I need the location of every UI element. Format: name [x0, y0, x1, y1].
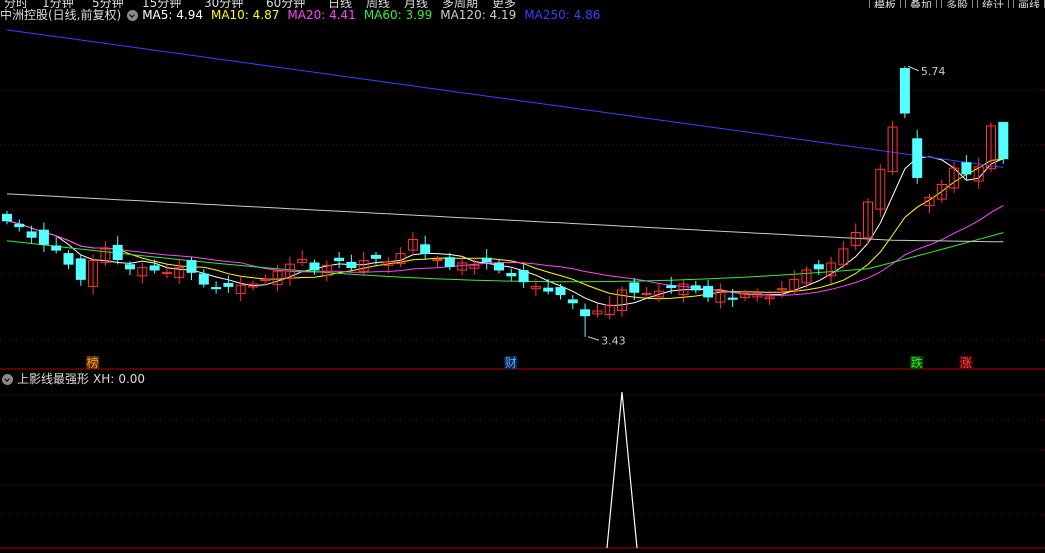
event-marker: 榜 [87, 355, 99, 370]
event-marker: 涨 [960, 355, 972, 370]
candle-body [961, 162, 972, 175]
candle-body [703, 285, 714, 298]
candle-body [727, 297, 738, 300]
candle-body [690, 285, 701, 291]
candle-body [444, 257, 455, 267]
candle-body [223, 282, 234, 287]
ma120-line [6, 193, 1004, 243]
high-label: 5.74 [921, 65, 946, 78]
ma250-line [6, 29, 1004, 168]
candle-body [125, 264, 135, 270]
candle-body [14, 223, 25, 228]
candle-body [309, 262, 320, 271]
candle-body [334, 257, 345, 262]
candle-body [63, 253, 74, 265]
candle-body [346, 261, 357, 269]
candle-body [555, 287, 566, 296]
candle-body [641, 292, 652, 295]
candle-body [186, 260, 197, 273]
candle-body [543, 287, 554, 292]
low-pointer [587, 336, 600, 341]
kline-chart[interactable]: 5.74 3.43 榜 财 跌 涨 [0, 0, 1045, 553]
candle-body [494, 263, 504, 271]
candle-body [38, 229, 49, 245]
candle-body [666, 285, 677, 289]
xh-spike-line [606, 391, 638, 549]
candle-body [998, 121, 1009, 160]
candle-body [899, 68, 910, 114]
candle-body [371, 254, 381, 259]
candle-body [518, 270, 529, 283]
candle-body [420, 244, 431, 255]
candle-body [629, 282, 640, 293]
candle-body [198, 273, 209, 285]
candle-body [112, 244, 123, 260]
candle-body [149, 265, 160, 271]
candle-body [75, 258, 86, 280]
candle-body [813, 264, 824, 270]
low-label: 3.43 [601, 334, 626, 347]
candle-body [912, 138, 923, 178]
candle-body [580, 309, 591, 317]
candle-body [2, 213, 12, 222]
candle-body [26, 231, 37, 238]
event-marker: 财 [505, 356, 517, 370]
candle-body [481, 257, 492, 263]
ma10-line [6, 158, 1004, 300]
candle-body [211, 287, 222, 290]
candle-body [51, 245, 62, 251]
event-marker: 跌 [911, 355, 923, 370]
ma20-line [6, 205, 1004, 296]
candle-body [506, 273, 517, 277]
candle-body [567, 299, 578, 304]
